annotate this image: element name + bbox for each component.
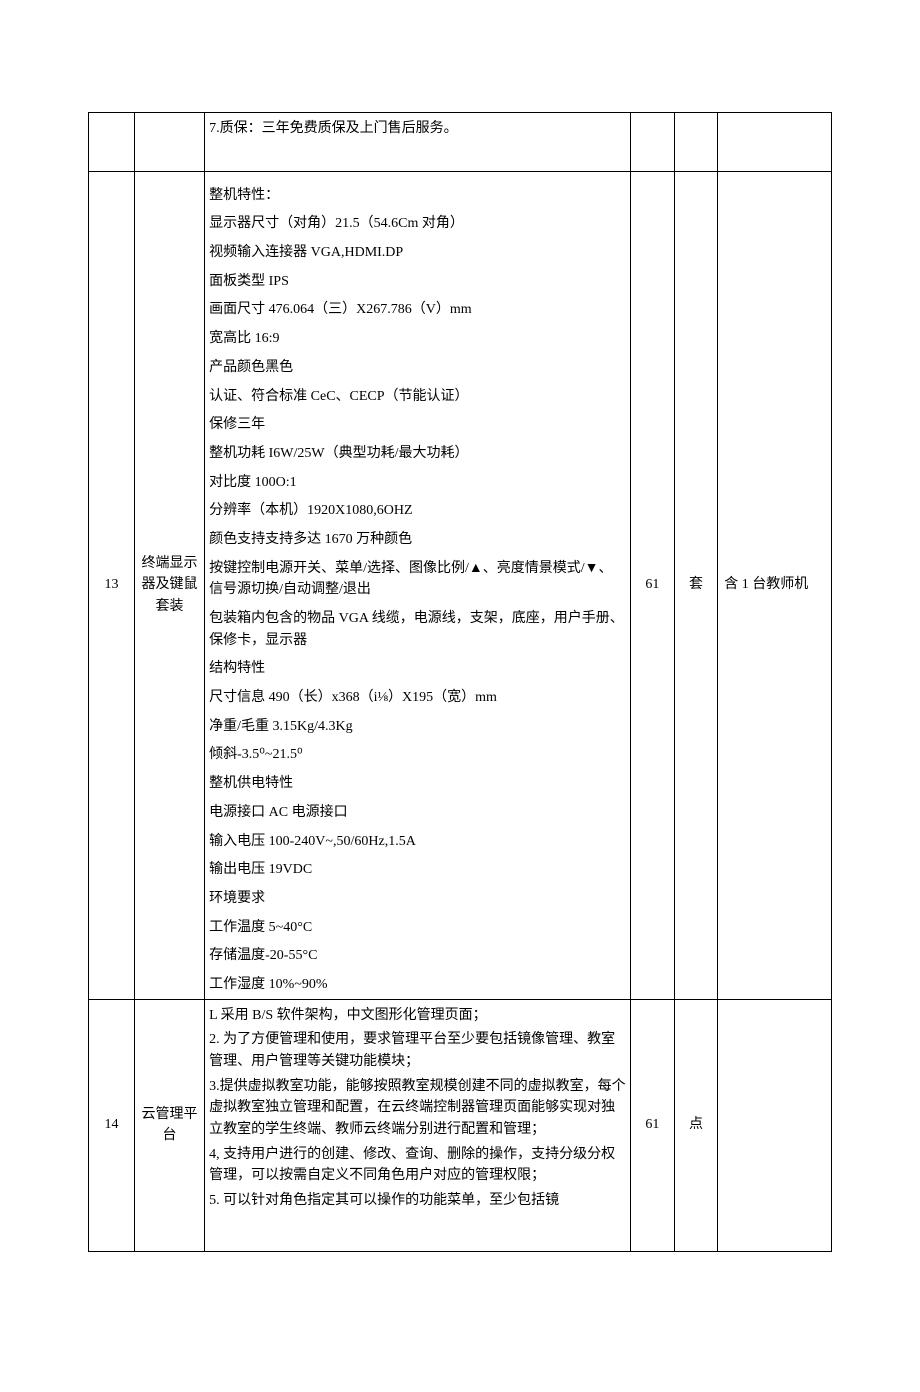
cell-index [89, 113, 135, 172]
document-page: 7.质保：三年免费质保及上门售后服务。 13 终端显示 器及键鼠 套装 整机特性… [0, 0, 920, 1392]
cell-note: 含 1 台教师机 [718, 171, 832, 999]
spec-line: L 采用 B/S 软件架构，中文图形化管理页面； [209, 1005, 626, 1027]
spec-line: 电源接口 AC 电源接口 [209, 802, 626, 824]
cell-note [718, 113, 832, 172]
cell-note [718, 999, 832, 1251]
spec-line: 画面尺寸 476.064（三）X267.786（V）mm [209, 299, 626, 321]
spec-line: 包装箱内包含的物品 VGA 线缆，电源线，支架，底座，用户手册、保修卡，显示器 [209, 608, 626, 651]
table-row: 7.质保：三年免费质保及上门售后服务。 [89, 113, 832, 172]
spec-line: 认证、符合标准 CeC、CECP（节能认证） [209, 386, 626, 408]
name-line: 终端显示 [142, 556, 198, 571]
spec-line: 宽高比 16:9 [209, 328, 626, 350]
table-row: 13 终端显示 器及键鼠 套装 整机特性： 显示器尺寸（对角）21.5（54.6… [89, 171, 832, 999]
spec-line: 颜色支持支持多达 1670 万种颜色 [209, 529, 626, 551]
spec-line: 输出电压 19VDC [209, 859, 626, 881]
cell-name: 云管理平 台 [134, 999, 204, 1251]
spec-line: 7.质保：三年免费质保及上门售后服务。 [209, 118, 626, 140]
spec-line: 存储温度-20-55°C [209, 945, 626, 967]
spec-line: 4, 支持用户进行的创建、修改、查询、删除的操作，支持分级分权管理，可以按需自定… [209, 1144, 626, 1187]
spec-line: 尺寸信息 490（长）x368（i⅛）X195（宽）mm [209, 687, 626, 709]
spec-table: 7.质保：三年免费质保及上门售后服务。 13 终端显示 器及键鼠 套装 整机特性… [88, 112, 832, 1252]
cell-qty: 61 [631, 171, 675, 999]
spec-line: 视频输入连接器 VGA,HDMI.DP [209, 242, 626, 264]
name-line: 器及键鼠 [142, 577, 198, 592]
spec-line: 5. 可以针对角色指定其可以操作的功能菜单，至少包括镜 [209, 1190, 626, 1212]
cell-name [134, 113, 204, 172]
spec-line: 整机功耗 I6W/25W（典型功耗/最大功耗） [209, 443, 626, 465]
cell-spec: 7.质保：三年免费质保及上门售后服务。 [205, 113, 631, 172]
spec-line: 保修三年 [209, 414, 626, 436]
cell-unit [674, 113, 718, 172]
spec-line: 工作温度 5~40°C [209, 917, 626, 939]
spec-line: 结构特性 [209, 658, 626, 680]
cell-qty [631, 113, 675, 172]
spec-line: 对比度 100O:1 [209, 472, 626, 494]
cell-index: 13 [89, 171, 135, 999]
spec-line: 分辨率（本机）1920X1080,6OHZ [209, 500, 626, 522]
name-line: 套装 [156, 599, 184, 614]
spec-line: 整机特性： [209, 185, 626, 207]
spec-line: 2. 为了方便管理和使用，要求管理平台至少要包括镜像管理、教室管理、用户管理等关… [209, 1029, 626, 1072]
spec-line: 产品颜色黑色 [209, 357, 626, 379]
cell-unit: 点 [674, 999, 718, 1251]
spec-line: 整机供电特性 [209, 773, 626, 795]
spec-line: 显示器尺寸（对角）21.5（54.6Cm 对角） [209, 213, 626, 235]
spec-line: 面板类型 IPS [209, 271, 626, 293]
cell-spec: 整机特性： 显示器尺寸（对角）21.5（54.6Cm 对角） 视频输入连接器 V… [205, 171, 631, 999]
spec-line: 输入电压 100-240V~,50/60Hz,1.5A [209, 831, 626, 853]
spec-line: 3.提供虚拟教室功能，能够按照教室规模创建不同的虚拟教室，每个虚拟教室独立管理和… [209, 1076, 626, 1141]
cell-spec: L 采用 B/S 软件架构，中文图形化管理页面； 2. 为了方便管理和使用，要求… [205, 999, 631, 1251]
cell-qty: 61 [631, 999, 675, 1251]
spec-line: 净重/毛重 3.15Kg/4.3Kg [209, 716, 626, 738]
cell-name: 终端显示 器及键鼠 套装 [134, 171, 204, 999]
spec-line: 按键控制电源开关、菜单/选择、图像比例/▲、亮度情景模式/▼、信号源切换/自动调… [209, 558, 626, 601]
spec-line: 环境要求 [209, 888, 626, 910]
cell-index: 14 [89, 999, 135, 1251]
name-line: 台 [163, 1128, 177, 1143]
table-row: 14 云管理平 台 L 采用 B/S 软件架构，中文图形化管理页面； 2. 为了… [89, 999, 832, 1251]
cell-unit: 套 [674, 171, 718, 999]
spec-line: 倾斜-3.5⁰~21.5⁰ [209, 744, 626, 766]
name-line: 云管理平 [142, 1107, 198, 1122]
spec-line: 工作湿度 10%~90% [209, 974, 626, 996]
